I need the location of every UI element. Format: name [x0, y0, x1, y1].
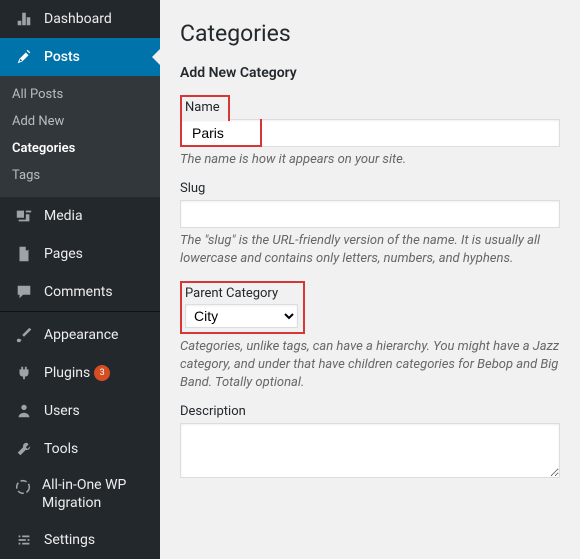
- parent-description: Categories, unlike tags, can have a hier…: [180, 338, 560, 393]
- parent-field-group: Parent Category City Categories, unlike …: [180, 281, 560, 393]
- nav-label: Dashboard: [44, 11, 112, 27]
- nav-appearance[interactable]: Appearance: [0, 316, 160, 354]
- pin-icon: [14, 47, 34, 67]
- plugins-badge: 3: [94, 365, 110, 381]
- nav-label: Appearance: [44, 327, 118, 343]
- nav-label: Media: [44, 208, 83, 224]
- description-label: Description: [180, 404, 560, 419]
- nav-posts[interactable]: Posts: [0, 38, 160, 76]
- nav-label: Comments: [44, 284, 113, 300]
- name-description: The name is how it appears on your site.: [180, 151, 560, 169]
- media-icon: [14, 206, 34, 226]
- submenu-categories[interactable]: Categories: [0, 135, 160, 162]
- main-content: Categories Add New Category Name The nam…: [160, 0, 580, 559]
- nav-tools[interactable]: Tools: [0, 430, 160, 468]
- slug-input[interactable]: [180, 200, 560, 228]
- slug-description: The "slug" is the URL-friendly version o…: [180, 232, 560, 268]
- nav-label: Settings: [44, 532, 95, 548]
- parent-select[interactable]: City: [185, 304, 298, 328]
- nav-label: Pages: [44, 246, 83, 262]
- page-title: Categories: [180, 20, 560, 47]
- submenu-add-new[interactable]: Add New: [0, 108, 160, 135]
- admin-sidebar: Dashboard Posts All Posts Add New Catego…: [0, 0, 160, 559]
- submenu-tags[interactable]: Tags: [0, 162, 160, 189]
- submenu-all-posts[interactable]: All Posts: [0, 81, 160, 108]
- nav-label: All-in-One WP Migration: [42, 477, 150, 512]
- nav-users[interactable]: Users: [0, 392, 160, 430]
- posts-submenu: All Posts Add New Categories Tags: [0, 76, 160, 197]
- nav-comments[interactable]: Comments: [0, 273, 160, 311]
- name-field-group: Name The name is how it appears on your …: [180, 93, 560, 169]
- brush-icon: [14, 325, 34, 345]
- nav-media[interactable]: Media: [0, 197, 160, 235]
- nav-dashboard[interactable]: Dashboard: [0, 0, 160, 38]
- nav-label: Users: [44, 403, 80, 419]
- nav-migration[interactable]: All-in-One WP Migration: [0, 468, 160, 521]
- slug-field-group: Slug The "slug" is the URL-friendly vers…: [180, 181, 560, 268]
- description-textarea[interactable]: [180, 423, 560, 478]
- plug-icon: [14, 363, 34, 383]
- nav-label: Plugins: [44, 365, 90, 381]
- nav-label: Posts: [44, 49, 80, 65]
- nav-pages[interactable]: Pages: [0, 235, 160, 273]
- comments-icon: [14, 282, 34, 302]
- name-input[interactable]: [180, 119, 560, 147]
- dashboard-icon: [14, 9, 34, 29]
- nav-settings[interactable]: Settings: [0, 521, 160, 559]
- description-field-group: Description: [180, 404, 560, 482]
- highlight-annotation: Parent Category City: [180, 281, 305, 334]
- user-icon: [14, 401, 34, 421]
- slug-label: Slug: [180, 181, 560, 196]
- section-title: Add New Category: [180, 65, 560, 81]
- migration-icon: [14, 477, 32, 497]
- pages-icon: [14, 244, 34, 264]
- wrench-icon: [14, 439, 34, 459]
- nav-plugins[interactable]: Plugins 3: [0, 354, 160, 392]
- parent-label: Parent Category: [185, 286, 299, 301]
- name-label: Name: [185, 100, 220, 115]
- nav-label: Tools: [44, 441, 78, 457]
- settings-icon: [14, 530, 34, 550]
